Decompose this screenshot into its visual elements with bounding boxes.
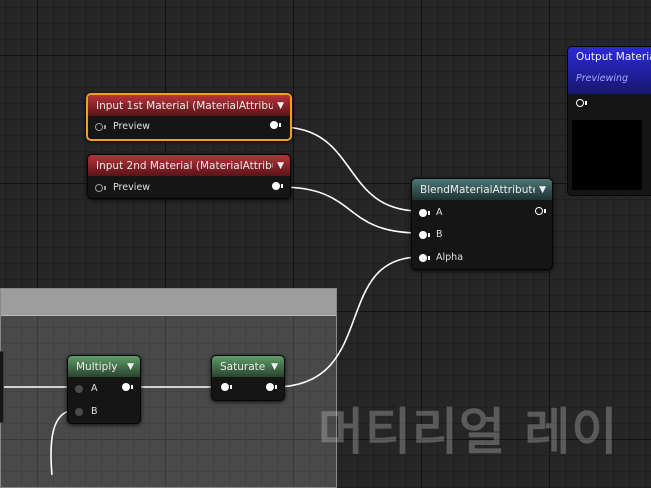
- comment-box[interactable]: [0, 288, 337, 488]
- blend-pin-alpha-label: Alpha: [436, 252, 464, 263]
- blend-header[interactable]: BlendMaterialAttributes ▼: [412, 179, 552, 200]
- comment-watermark: 머티리얼 레이: [318, 403, 619, 461]
- multiply-header[interactable]: Multiply ▼: [68, 356, 140, 377]
- wire-input2-to-b: [279, 186, 421, 234]
- offscreen-node[interactable]: [0, 351, 4, 423]
- chevron-down-icon[interactable]: ▼: [127, 362, 134, 372]
- chevron-down-icon[interactable]: ▼: [539, 185, 546, 195]
- multiply-node[interactable]: Multiply ▼ A B: [67, 355, 141, 424]
- output-material-node[interactable]: Output Material_ Previewing: [567, 46, 651, 196]
- blend-pin-alpha-icon[interactable]: [419, 253, 427, 262]
- chevron-down-icon[interactable]: ▼: [277, 161, 284, 171]
- saturate-output-pin-icon[interactable]: [266, 383, 274, 391]
- blend-pin-a-label: A: [436, 207, 443, 218]
- blend-pin-b-label: B: [436, 229, 443, 240]
- blend-title: BlendMaterialAttributes: [420, 183, 536, 196]
- multiply-output-pin-icon[interactable]: [122, 383, 130, 391]
- preview-input-pin-icon[interactable]: [95, 183, 103, 192]
- input-1st-material-header[interactable]: Input 1st Material (MaterialAttributes) …: [88, 95, 290, 116]
- blend-output-pin-icon[interactable]: [535, 207, 543, 215]
- output-material-header[interactable]: Output Material_ Previewing: [568, 47, 651, 94]
- saturate-header[interactable]: Saturate ▼: [212, 356, 284, 377]
- saturate-title: Saturate: [220, 360, 266, 373]
- output-material-status: Previewing: [576, 73, 629, 84]
- multiply-pin-a-label: A: [91, 383, 98, 394]
- input-1st-material-title: Input 1st Material (MaterialAttributes): [96, 99, 274, 112]
- blend-pin-a-icon[interactable]: [419, 208, 427, 217]
- output-material-title: Output Material_: [576, 51, 651, 63]
- input-2nd-material-node[interactable]: Input 2nd Material (MaterialAttributes) …: [87, 154, 291, 199]
- chevron-down-icon[interactable]: ▼: [277, 101, 284, 111]
- saturate-input-pin-icon[interactable]: [221, 383, 229, 391]
- saturate-node[interactable]: Saturate ▼: [211, 355, 285, 401]
- preview-input-pin-icon[interactable]: [95, 122, 103, 131]
- preview-label: Preview: [113, 121, 150, 132]
- input-2nd-material-header[interactable]: Input 2nd Material (MaterialAttributes) …: [88, 155, 290, 176]
- multiply-pin-b-icon[interactable]: [75, 407, 83, 416]
- input-1st-material-node[interactable]: Input 1st Material (MaterialAttributes) …: [86, 93, 292, 141]
- output-pin-icon[interactable]: [270, 121, 278, 129]
- multiply-title: Multiply: [76, 360, 118, 373]
- preview-label: Preview: [113, 182, 150, 193]
- comment-title-bar[interactable]: [1, 289, 336, 316]
- multiply-pin-b-label: B: [91, 406, 98, 417]
- material-preview-thumbnail: [572, 120, 642, 190]
- blend-material-attributes-node[interactable]: BlendMaterialAttributes ▼ A B Alpha: [411, 178, 553, 270]
- chevron-down-icon[interactable]: ▼: [271, 362, 278, 372]
- input-2nd-material-title: Input 2nd Material (MaterialAttributes): [96, 159, 273, 172]
- output-material-pin-icon[interactable]: [576, 99, 584, 107]
- wire-input1-to-a: [279, 126, 421, 212]
- multiply-pin-a-icon[interactable]: [75, 384, 83, 393]
- blend-pin-b-icon[interactable]: [419, 230, 427, 239]
- output-pin-icon[interactable]: [272, 182, 280, 190]
